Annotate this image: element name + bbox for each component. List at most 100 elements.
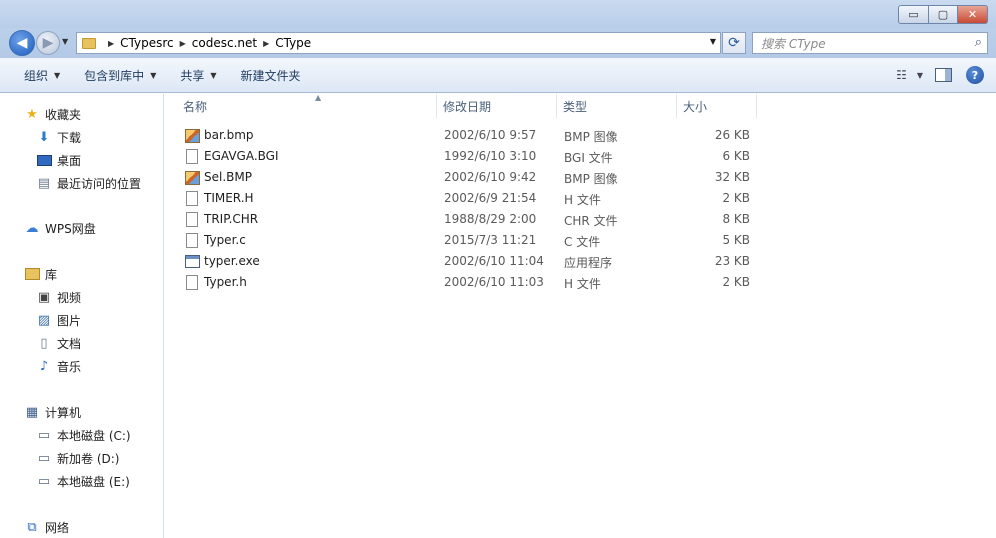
file-row[interactable]: typer.exe 2002/6/10 11:04 应用程序 23 KB [179, 251, 759, 272]
music-icon: ♪ [39, 358, 49, 374]
file-type: 应用程序 [564, 256, 613, 270]
change-view-button[interactable]: ☷ ▼ [890, 64, 929, 86]
file-size: 32 KB [714, 170, 750, 184]
file-icon [184, 148, 200, 165]
bmp-icon [184, 127, 200, 144]
file-type: BMP 图像 [564, 130, 618, 144]
file-name: bar.bmp [204, 128, 254, 142]
file-date: 2002/6/10 11:03 [444, 275, 544, 289]
file-row[interactable]: TIMER.H 2002/6/9 21:54 H 文件 2 KB [179, 188, 759, 209]
file-name: Typer.c [204, 233, 246, 247]
search-input[interactable]: 搜索 CType ⌕ [752, 32, 988, 54]
back-button[interactable]: ◀ [9, 30, 35, 56]
view-list-icon: ☷ [896, 68, 907, 82]
nav-item-videos[interactable]: ▣ 视频 [36, 287, 81, 307]
recent-pages-chevron-down-icon[interactable]: ▼ [62, 37, 68, 46]
column-header-name[interactable]: 名称 ▲ [177, 93, 437, 118]
preview-pane-icon[interactable] [935, 68, 952, 82]
file-size: 6 KB [722, 149, 750, 163]
nav-item-downloads[interactable]: ⬇ 下载 [36, 127, 81, 147]
column-header-type[interactable]: 类型 [557, 94, 677, 118]
exe-icon [184, 253, 200, 270]
file-type: BMP 图像 [564, 172, 618, 186]
file-size: 2 KB [722, 191, 750, 205]
close-button[interactable]: ✕ [958, 5, 988, 24]
file-type: H 文件 [564, 277, 601, 291]
nav-item-label: 新加卷 (D:) [57, 451, 120, 466]
minimize-button[interactable]: ▭ [898, 5, 929, 24]
chevron-down-icon: ▼ [210, 70, 217, 80]
drive-icon: ▭ [37, 450, 51, 466]
file-name: typer.exe [204, 254, 260, 268]
file-date: 1992/6/10 3:10 [444, 149, 537, 163]
nav-item-label: 网络 [45, 520, 70, 535]
include-in-library-menu[interactable]: 包含到库中 ▼ [72, 63, 168, 87]
file-row[interactable]: TRIP.CHR 1988/8/29 2:00 CHR 文件 8 KB [179, 209, 759, 230]
forward-button[interactable]: ▶ [36, 31, 60, 55]
nav-item-label: 音乐 [57, 359, 82, 374]
chevron-right-icon[interactable]: ▶ [180, 39, 186, 48]
refresh-button[interactable]: ⟳ [722, 32, 746, 54]
organize-menu[interactable]: 组织 ▼ [12, 63, 72, 87]
network-icon: ⧉ [27, 519, 37, 535]
nav-item-drive-d[interactable]: ▭ 新加卷 (D:) [36, 448, 120, 468]
nav-item-label: 图片 [57, 313, 82, 328]
file-date: 2015/7/3 11:21 [444, 233, 537, 247]
file-list: 名称 ▲ 修改日期 类型 大小 bar.bmp 2002/6/10 9:57 BMP… [165, 93, 996, 538]
nav-item-label: 视频 [57, 290, 82, 305]
file-icon [184, 190, 200, 207]
desktop-icon [36, 152, 52, 168]
cloud-icon: ☁ [25, 220, 39, 236]
nav-item-recent-places[interactable]: ▤ 最近访问的位置 [36, 173, 141, 193]
nav-item-computer[interactable]: ▦ 计算机 [24, 402, 81, 422]
nav-item-documents[interactable]: ▯ 文档 [36, 333, 81, 353]
file-date: 1988/8/29 2:00 [444, 212, 537, 226]
file-row[interactable]: EGAVGA.BGI 1992/6/10 3:10 BGI 文件 6 KB [179, 146, 759, 167]
nav-item-label: WPS网盘 [45, 221, 96, 236]
nav-item-label: 本地磁盘 (E:) [57, 474, 130, 489]
nav-item-favorites[interactable]: ★ 收藏夹 [24, 104, 81, 124]
file-row[interactable]: Typer.h 2002/6/10 11:03 H 文件 2 KB [179, 272, 759, 293]
file-date: 2002/6/10 11:04 [444, 254, 544, 268]
nav-item-network[interactable]: ⧉ 网络 [24, 517, 69, 537]
address-bar[interactable]: ▶ CTypesrc ▶ codesc.net ▶ CType ▼ [76, 32, 721, 54]
chevron-down-icon: ▼ [916, 70, 923, 80]
nav-item-label: 桌面 [57, 153, 82, 168]
bmp-icon [184, 169, 200, 186]
nav-item-desktop[interactable]: 桌面 [36, 150, 81, 170]
nav-item-pictures[interactable]: ▨ 图片 [36, 310, 81, 330]
column-header-label: 名称 [183, 99, 208, 114]
new-folder-button[interactable]: 新建文件夹 [229, 63, 313, 87]
chevron-down-icon: ▼ [54, 70, 61, 80]
maximize-button[interactable]: ▢ [929, 5, 958, 24]
file-row[interactable]: Sel.BMP 2002/6/10 9:42 BMP 图像 32 KB [179, 167, 759, 188]
file-row[interactable]: bar.bmp 2002/6/10 9:57 BMP 图像 26 KB [179, 125, 759, 146]
new-folder-label: 新建文件夹 [240, 68, 301, 83]
nav-item-drive-e[interactable]: ▭ 本地磁盘 (E:) [36, 471, 130, 491]
window-controls: ▭ ▢ ✕ [898, 5, 988, 24]
search-icon[interactable]: ⌕ [975, 35, 982, 50]
nav-item-label: 下载 [57, 130, 82, 145]
file-type: CHR 文件 [564, 214, 618, 228]
help-icon[interactable]: ? [966, 66, 984, 84]
share-menu[interactable]: 共享 ▼ [168, 63, 228, 87]
system-drive-icon: ▭ [37, 427, 51, 443]
nav-item-wps-drive[interactable]: ☁ WPS网盘 [24, 218, 96, 238]
file-row[interactable]: Typer.c 2015/7/3 11:21 C 文件 5 KB [179, 230, 759, 251]
breadcrumb-ctype[interactable]: CType [275, 36, 311, 50]
nav-item-drive-c[interactable]: ▭ 本地磁盘 (C:) [36, 425, 131, 445]
video-icon: ▣ [37, 289, 51, 305]
breadcrumb-codesc[interactable]: codesc.net [192, 36, 257, 50]
breadcrumb-ctypesrc[interactable]: CTypesrc [120, 36, 173, 50]
nav-item-music[interactable]: ♪ 音乐 [36, 356, 81, 376]
address-history-chevron-down-icon[interactable]: ▼ [710, 37, 716, 46]
column-header-size[interactable]: 大小 [677, 94, 757, 118]
chevron-right-icon[interactable]: ▶ [263, 39, 269, 48]
nav-item-libraries[interactable]: 库 [24, 264, 57, 284]
column-header-date[interactable]: 修改日期 [437, 94, 557, 118]
file-icon [184, 232, 200, 249]
file-size: 5 KB [722, 233, 750, 247]
address-row: ◀ ▶ ▼ ▶ CTypesrc ▶ codesc.net ▶ CType ▼ … [0, 28, 996, 58]
nav-item-label: 收藏夹 [45, 107, 82, 122]
chevron-right-icon[interactable]: ▶ [108, 39, 114, 48]
